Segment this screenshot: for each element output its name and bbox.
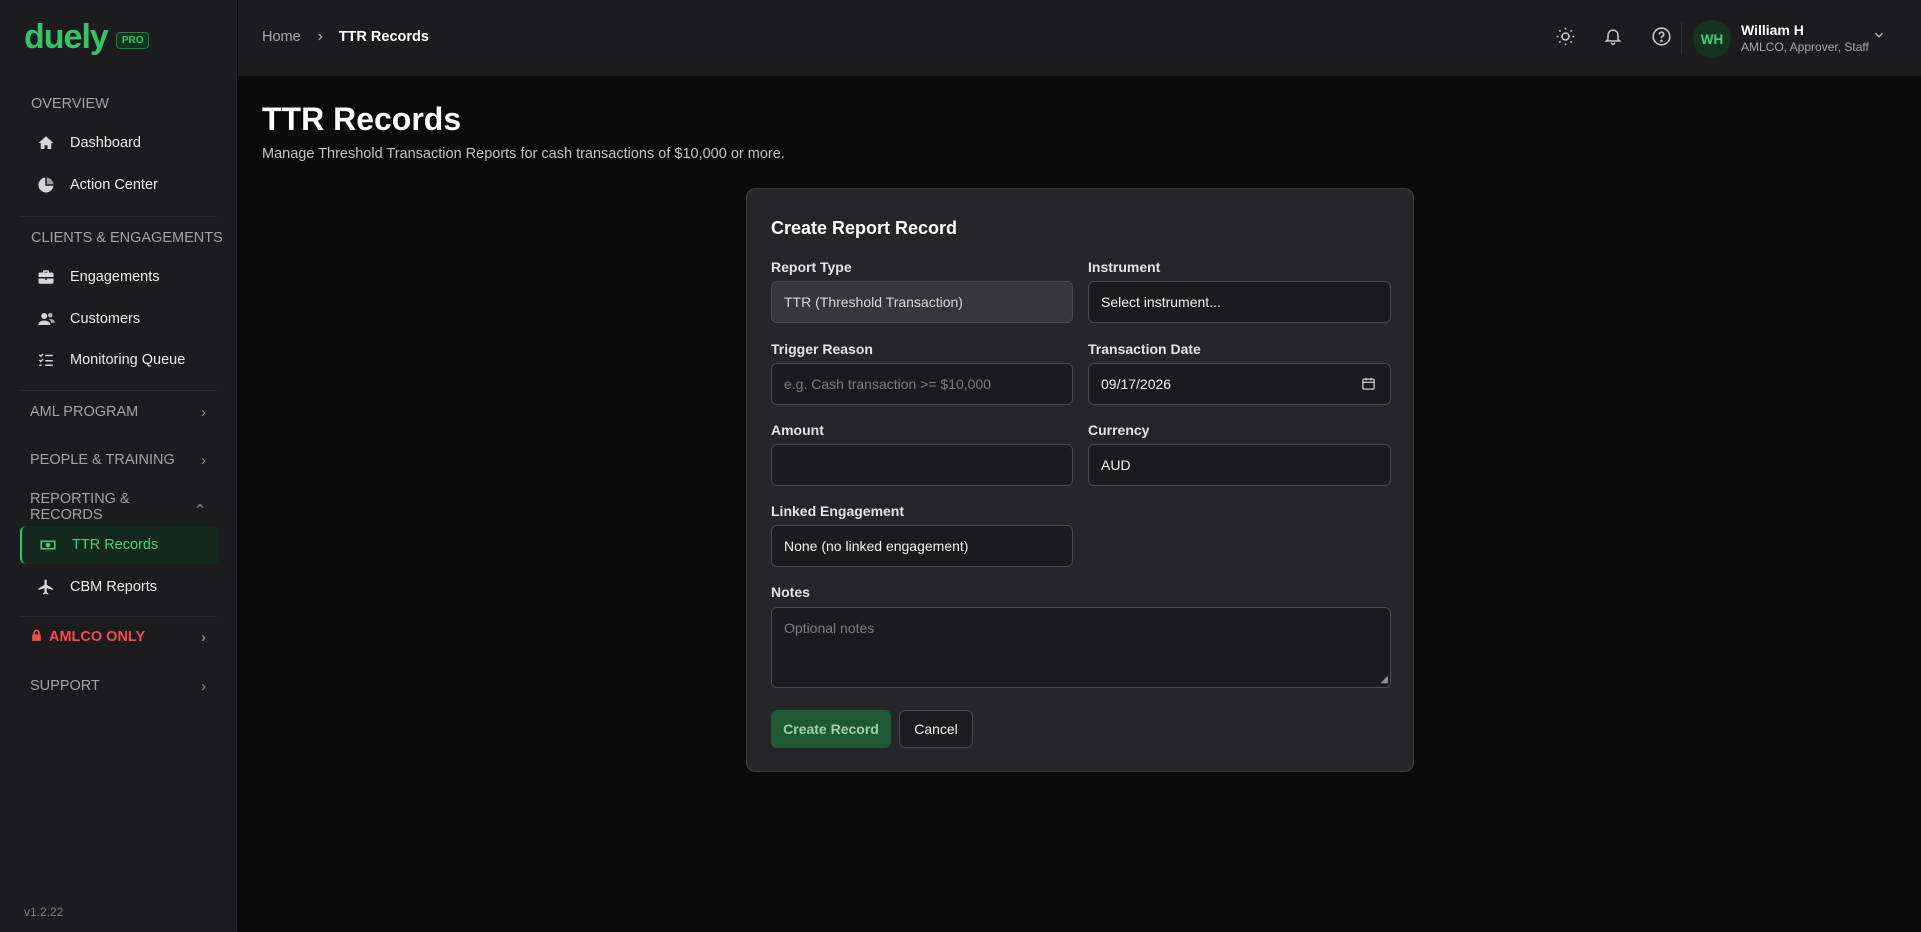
notes-textarea[interactable]: Optional notes ◢ [771,607,1391,688]
section-support[interactable]: SUPPORT › [20,668,216,704]
logo[interactable]: duely PRO [24,18,150,56]
section-label: AMLCO ONLY [49,629,146,645]
chevron-right-icon: › [201,403,206,421]
user-name[interactable]: William H [1741,22,1804,38]
breadcrumb-home[interactable]: Home [262,29,301,45]
sidebar: duely PRO OVERVIEW Dashboard Action Cent… [0,0,237,932]
section-label: REPORTING & RECORDS [30,491,130,523]
chevron-right-icon: › [201,628,206,646]
section-reporting-records[interactable]: REPORTING & RECORDS [20,489,216,525]
money-icon [38,535,58,555]
trigger-reason-label: Trigger Reason [771,341,873,357]
notes-label: Notes [771,584,810,600]
pie-chart-icon [36,175,56,195]
report-type-label: Report Type [771,259,852,275]
transaction-date-label: Transaction Date [1088,341,1201,357]
section-label: SUPPORT [30,678,100,694]
sidebar-item-ttr-records[interactable]: TTR Records [20,526,219,564]
transaction-date-input[interactable]: 09/17/2026 [1088,363,1391,405]
transaction-date-value: 09/17/2026 [1101,376,1172,392]
currency-input[interactable]: AUD [1088,444,1391,486]
chevron-right-icon: › [201,677,206,695]
home-icon [36,133,56,153]
instrument-select[interactable]: Select instrument... [1088,281,1391,323]
notes-placeholder: Optional notes [784,620,875,636]
divider [20,390,217,391]
page-subtitle: Manage Threshold Transaction Reports for… [262,146,785,162]
list-check-icon [36,350,56,370]
calendar-icon[interactable] [1361,376,1376,394]
section-label-overview: OVERVIEW [31,96,109,112]
amount-label: Amount [771,422,824,438]
section-label: PEOPLE & TRAINING [30,452,175,468]
lock-icon [30,628,43,647]
report-type-field: TTR (Threshold Transaction) [771,281,1073,323]
divider [20,616,217,617]
section-amlco-only[interactable]: AMLCO ONLY › [20,619,216,655]
sidebar-item-cbm-reports[interactable]: CBM Reports [20,568,219,606]
help-icon[interactable] [1649,24,1673,48]
chevron-right-icon [315,30,325,45]
breadcrumb-current: TTR Records [338,29,429,45]
version-label: v1.2.22 [24,905,64,919]
divider [20,216,217,217]
trigger-reason-input[interactable]: e.g. Cash transaction >= $10,000 [771,363,1073,405]
sidebar-item-label: Monitoring Queue [70,352,186,368]
users-icon [36,309,56,329]
sidebar-item-label: Customers [70,311,141,327]
section-aml-program[interactable]: AML PROGRAM › [20,394,216,430]
topbar: Home TTR Records WH William H AMLCO, App… [238,0,1921,76]
sidebar-item-dashboard[interactable]: Dashboard [20,124,219,162]
user-roles: AMLCO, Approver, Staff [1741,40,1869,54]
linked-engagement-select[interactable]: None (no linked engagement) [771,525,1073,567]
section-label-clients: CLIENTS & ENGAGEMENTS [31,230,223,246]
sidebar-item-engagements[interactable]: Engagements [20,258,219,296]
sidebar-item-label: Action Center [70,177,158,193]
card-title: Create Report Record [771,218,958,238]
brand-name: duely [24,18,109,56]
page-title: TTR Records [262,101,462,137]
sidebar-item-label: CBM Reports [70,579,158,595]
sidebar-item-customers[interactable]: Customers [20,300,219,338]
divider [1681,22,1682,54]
instrument-label: Instrument [1088,259,1161,275]
amount-input[interactable] [771,444,1073,486]
cancel-button[interactable]: Cancel [899,710,973,748]
section-label: AML PROGRAM [30,404,139,420]
bell-icon[interactable] [1601,24,1625,48]
section-people-training[interactable]: PEOPLE & TRAINING › [20,442,216,478]
section-label-group: AMLCO ONLY [30,628,145,647]
sidebar-item-label: Dashboard [70,135,141,151]
create-record-button[interactable]: Create Record [771,710,891,748]
chevron-down-icon[interactable] [1872,28,1886,47]
sidebar-item-monitoring-queue[interactable]: Monitoring Queue [20,341,219,379]
plane-icon [36,577,56,597]
chevron-up-icon [194,499,206,516]
avatar[interactable]: WH [1693,20,1731,58]
create-report-card: Create Report Record Report Type TTR (Th… [746,188,1414,772]
sidebar-item-action-center[interactable]: Action Center [20,166,219,204]
briefcase-icon [36,267,56,287]
currency-label: Currency [1088,422,1150,438]
sidebar-item-label: Engagements [70,269,160,285]
sun-icon[interactable] [1553,24,1577,48]
pro-badge: PRO [115,31,150,49]
linked-engagement-label: Linked Engagement [771,503,905,519]
breadcrumb: Home TTR Records [262,29,429,45]
resize-handle-icon[interactable]: ◢ [1380,674,1388,685]
sidebar-item-label: TTR Records [72,537,159,553]
chevron-right-icon: › [201,451,206,469]
